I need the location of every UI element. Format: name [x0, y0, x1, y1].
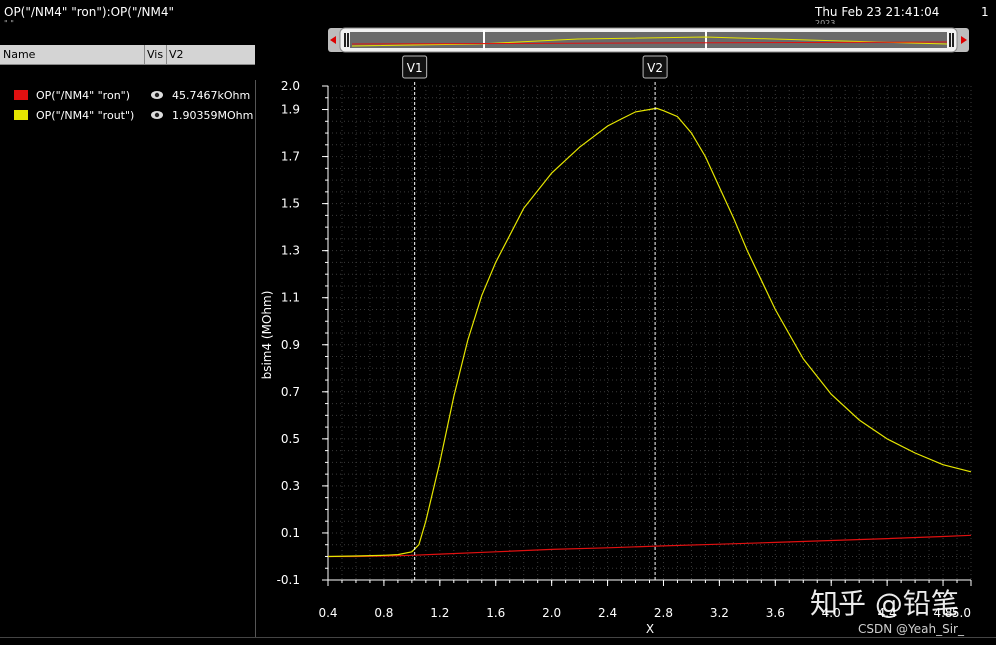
y-axis-label: bsim4 (MOhm) — [260, 291, 274, 380]
x-tick-label: 0.8 — [374, 606, 393, 620]
y-tick-label: 1.7 — [281, 150, 300, 164]
y-tick-label: 1.3 — [281, 244, 300, 258]
y-tick-label: -0.1 — [277, 573, 300, 587]
waveform-chart[interactable]: 0.4 0.8 1.2 1.6 2.0 2.4 2.8 3.2 3.6 4.0 4.4 4.8 5.0 … — [0, 0, 996, 645]
y-tick-label: 1.1 — [281, 291, 300, 305]
x-tick-label: 2.4 — [598, 606, 617, 620]
marker-label-V1: V1 — [407, 61, 423, 75]
y-axis-ticks: -0.1 0.1 0.3 0.5 0.7 0.9 1.1 1.3 1.5 1.7 1.9 2.0 — [277, 79, 328, 587]
watermark-credit: CSDN @Yeah_Sir_ — [858, 622, 965, 636]
y-tick-label: 1.5 — [281, 197, 300, 211]
y-tick-label: 0.9 — [281, 338, 300, 352]
x-tick-label: 1.2 — [430, 606, 449, 620]
watermark-main: 知乎 @铅笔 — [810, 587, 959, 620]
y-tick-label: 2.0 — [281, 79, 300, 93]
x-tick-label: 3.6 — [766, 606, 785, 620]
y-tick-label: 1.9 — [281, 103, 300, 117]
y-tick-label: 0.7 — [281, 385, 300, 399]
y-tick-label: 0.1 — [281, 526, 300, 540]
x-tick-label: 2.0 — [542, 606, 561, 620]
x-tick-label: 1.6 — [486, 606, 505, 620]
x-tick-label: 2.8 — [654, 606, 673, 620]
y-tick-label: 0.5 — [281, 432, 300, 446]
x-axis-label: X — [646, 622, 654, 636]
marker-label-V2: V2 — [647, 61, 663, 75]
x-tick-label: 3.2 — [710, 606, 729, 620]
x-tick-label: 0.4 — [318, 606, 337, 620]
y-tick-label: 0.3 — [281, 479, 300, 493]
